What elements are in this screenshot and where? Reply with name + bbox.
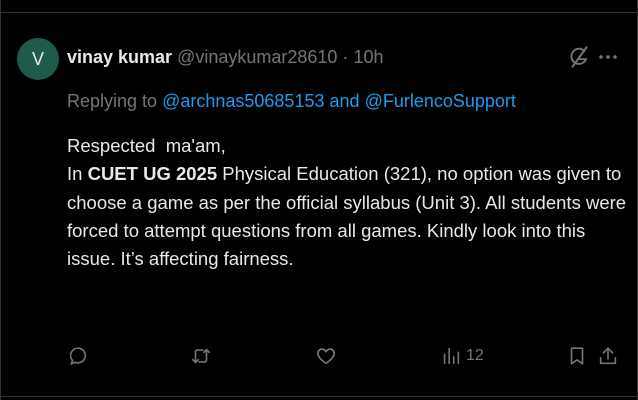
bookmark-icon xyxy=(570,347,584,365)
mention-link-1[interactable]: @archnas50685153 xyxy=(162,91,324,111)
body-in: In xyxy=(67,163,83,185)
top-divider xyxy=(0,12,638,13)
retweet-icon xyxy=(191,348,211,364)
replying-to-line: Replying to @archnas50685153 and @Furlen… xyxy=(67,88,516,114)
action-bar: 12 xyxy=(0,338,638,374)
reply-button[interactable] xyxy=(67,338,89,374)
retweet-button[interactable] xyxy=(190,338,212,374)
like-button[interactable] xyxy=(315,338,337,374)
avatar-letter: V xyxy=(31,48,44,69)
tweet-text: Respected ma'am, In CUET UG 2025 Physica… xyxy=(67,132,627,273)
bookmark-button[interactable] xyxy=(566,338,588,374)
more-icon[interactable] xyxy=(597,50,619,64)
heart-icon xyxy=(317,348,335,365)
avatar[interactable]: V xyxy=(17,38,59,80)
body-bold-exam: CUET UG 2025 xyxy=(87,163,218,185)
views-count: 12 xyxy=(466,347,484,364)
body-paragraph: In CUET UG 2025 Physical Education (321)… xyxy=(67,160,627,273)
grok-icon[interactable] xyxy=(566,44,592,70)
display-name[interactable]: vinay kumar xyxy=(67,47,172,67)
share-button[interactable] xyxy=(597,338,619,374)
share-icon xyxy=(599,347,617,365)
reply-icon xyxy=(69,347,87,366)
mention-and: and xyxy=(329,91,360,111)
bottom-divider xyxy=(0,396,638,397)
handle[interactable]: @vinaykumar28610 xyxy=(177,47,337,67)
views-button[interactable]: 12 xyxy=(440,338,484,374)
separator: · xyxy=(342,47,349,67)
timestamp[interactable]: 10h xyxy=(353,47,383,67)
greeting-line: Respected ma'am, xyxy=(67,135,226,156)
tweet-header: vinay kumar @vinaykumar28610 · 10h xyxy=(67,44,548,70)
views-icon xyxy=(443,347,460,365)
replying-prefix: Replying to xyxy=(67,91,158,111)
mention-link-2[interactable]: @FurlencoSupport xyxy=(365,91,516,111)
